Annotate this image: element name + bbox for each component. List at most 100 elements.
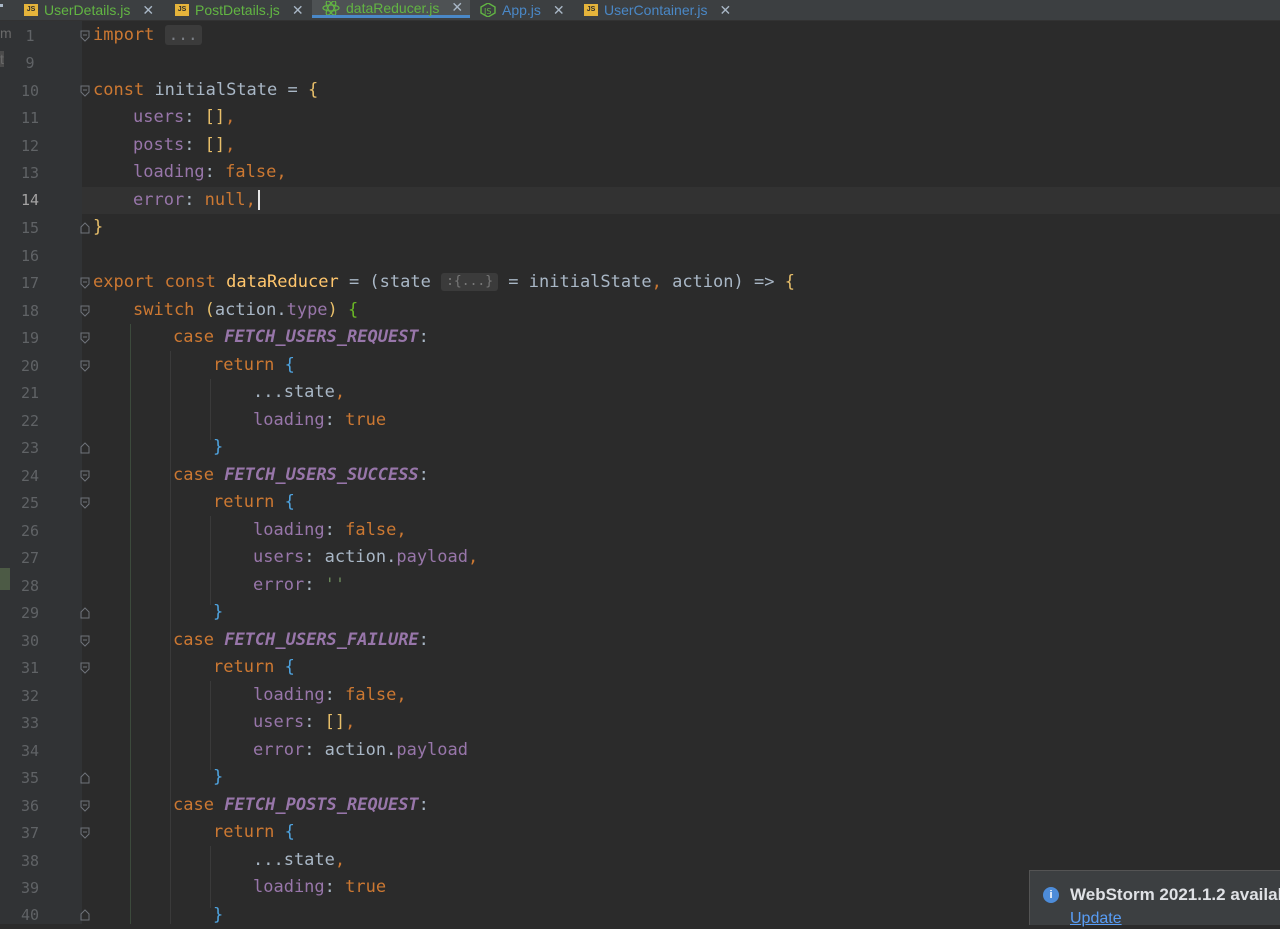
value: [] bbox=[324, 712, 346, 732]
fold-toggle-icon[interactable] bbox=[80, 277, 90, 289]
fold-toggle-icon[interactable] bbox=[80, 470, 90, 482]
property: users bbox=[133, 107, 185, 127]
line-number: 27 bbox=[20, 549, 40, 567]
js-file-icon: JS bbox=[175, 4, 189, 16]
tab-userdetails[interactable]: JS UserDetails.js ✕ bbox=[24, 0, 154, 20]
line-number: 34 bbox=[20, 742, 40, 760]
identifier: initialState bbox=[154, 80, 278, 100]
code-line: } bbox=[213, 437, 224, 457]
line-number: 39 bbox=[20, 879, 40, 897]
code-line: switch (action.type) { bbox=[133, 300, 359, 320]
close-icon[interactable]: ✕ bbox=[451, 0, 463, 16]
notification-title: WebStorm 2021.1.2 available bbox=[1070, 885, 1280, 904]
value: [] bbox=[204, 135, 226, 155]
text-caret bbox=[257, 190, 260, 210]
side-strip: ml t bbox=[0, 21, 15, 924]
keyword: return bbox=[213, 822, 275, 842]
fold-toggle-icon[interactable] bbox=[80, 800, 90, 812]
comma: , bbox=[276, 162, 287, 182]
code-line: loading: true bbox=[253, 410, 387, 430]
code-line: error: action.payload bbox=[253, 740, 468, 760]
folded-imports[interactable]: ... bbox=[164, 25, 202, 45]
fold-toggle-icon[interactable] bbox=[80, 85, 90, 97]
keyword: case bbox=[173, 630, 214, 650]
code-line: ...state, bbox=[253, 850, 346, 870]
code-line: export const dataReducer = (state :{...}… bbox=[93, 272, 795, 292]
line-number: 35 bbox=[20, 769, 40, 787]
svg-text:JS: JS bbox=[483, 7, 491, 16]
fold-toggle-icon[interactable] bbox=[80, 332, 90, 344]
code-line: const initialState = { bbox=[93, 77, 318, 104]
param: (state bbox=[369, 272, 431, 292]
code-line: case FETCH_USERS_FAILURE: bbox=[173, 630, 429, 650]
line-number: 25 bbox=[20, 494, 40, 512]
line-number: 28 bbox=[20, 577, 40, 595]
editor-tab-bar: JS UserDetails.js ✕ JS PostDetails.js ✕ … bbox=[0, 0, 1280, 21]
tab-postdetails[interactable]: JS PostDetails.js ✕ bbox=[175, 0, 304, 20]
property: payload bbox=[396, 547, 468, 567]
react-file-icon bbox=[322, 0, 340, 16]
fold-toggle-icon[interactable] bbox=[80, 662, 90, 674]
close-icon[interactable]: ✕ bbox=[720, 2, 732, 19]
line-number: 23 bbox=[20, 439, 40, 457]
property: loading bbox=[133, 162, 205, 182]
code-line: import ... bbox=[93, 22, 202, 49]
fold-toggle-icon[interactable] bbox=[80, 909, 90, 921]
property: loading bbox=[253, 685, 325, 705]
keyword: export bbox=[93, 272, 155, 292]
line-number: 29 bbox=[20, 604, 40, 622]
line-number: 18 bbox=[20, 302, 40, 320]
fold-toggle-icon[interactable] bbox=[80, 607, 90, 619]
property: loading bbox=[253, 520, 325, 540]
keyword: import bbox=[93, 25, 155, 45]
value: false bbox=[345, 520, 397, 540]
close-icon[interactable]: ✕ bbox=[142, 2, 154, 19]
fold-toggle-icon[interactable] bbox=[80, 442, 90, 454]
property: loading bbox=[253, 877, 325, 897]
tab-label: dataReducer.js bbox=[346, 0, 440, 16]
tab-app[interactable]: JS App.js ✕ bbox=[480, 0, 565, 20]
code-line: } bbox=[213, 767, 224, 787]
fold-toggle-icon[interactable] bbox=[80, 772, 90, 784]
update-notification: i WebStorm 2021.1.2 available Update bbox=[1029, 870, 1280, 928]
code-line: return { bbox=[213, 657, 295, 677]
default-value: = initialState bbox=[498, 272, 652, 292]
value: true bbox=[345, 410, 387, 430]
line-number: 9 bbox=[25, 54, 35, 72]
code-line: users: action.payload, bbox=[253, 547, 479, 567]
type-hint: :{...} bbox=[441, 273, 499, 291]
tab-usercontainer[interactable]: JS UserContainer.js ✕ bbox=[584, 0, 731, 20]
fold-toggle-icon[interactable] bbox=[80, 305, 90, 317]
property: type bbox=[286, 300, 328, 320]
action-constant: FETCH_USERS_SUCCESS bbox=[224, 465, 419, 485]
string: '' bbox=[324, 575, 346, 595]
fold-toggle-icon[interactable] bbox=[80, 30, 90, 42]
keyword: const bbox=[164, 272, 216, 292]
value: true bbox=[345, 877, 387, 897]
keyword: return bbox=[213, 355, 275, 375]
fold-toggle-icon[interactable] bbox=[80, 497, 90, 509]
close-icon[interactable]: ✕ bbox=[292, 2, 304, 19]
update-link[interactable]: Update bbox=[1070, 910, 1122, 928]
js-file-icon: JS bbox=[24, 4, 38, 16]
line-number: 37 bbox=[20, 824, 40, 842]
comma: , bbox=[225, 107, 236, 127]
code-line: } bbox=[213, 905, 224, 925]
line-number: 36 bbox=[20, 797, 40, 815]
code-line: loading: true bbox=[253, 877, 387, 897]
identifier: action bbox=[214, 300, 277, 320]
fold-toggle-icon[interactable] bbox=[80, 827, 90, 839]
fold-toggle-icon[interactable] bbox=[80, 635, 90, 647]
fold-toggle-icon[interactable] bbox=[80, 360, 90, 372]
code-editor[interactable]: import ... const initialState = { users:… bbox=[93, 21, 1280, 925]
line-number: 40 bbox=[20, 906, 40, 924]
value: [] bbox=[204, 107, 226, 127]
value: null bbox=[204, 190, 246, 210]
keyword: case bbox=[173, 465, 214, 485]
code-line: posts: [], bbox=[133, 135, 236, 155]
line-number: 38 bbox=[20, 852, 40, 870]
close-icon[interactable]: ✕ bbox=[553, 2, 565, 19]
tab-datareducer[interactable]: dataReducer.js ✕ bbox=[312, 0, 470, 18]
fold-toggle-icon[interactable] bbox=[80, 222, 90, 234]
line-number: 22 bbox=[20, 412, 40, 430]
